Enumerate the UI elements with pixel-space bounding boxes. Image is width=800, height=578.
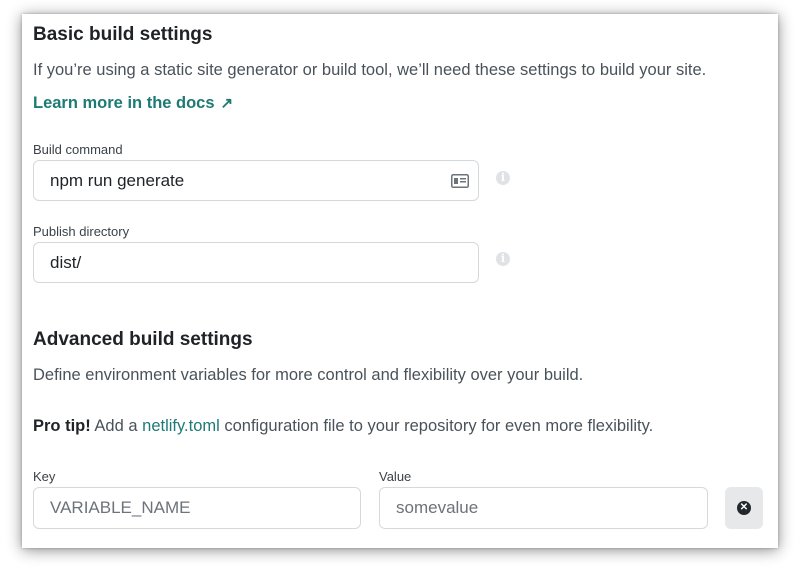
env-key-input[interactable] <box>33 487 361 529</box>
docs-link[interactable]: Learn more in the docs ↗ <box>33 94 233 113</box>
build-settings-panel: Basic build settings If you’re using a s… <box>22 14 778 548</box>
pro-tip-prefix: Pro tip! <box>33 416 91 435</box>
card-icon[interactable] <box>451 174 469 188</box>
env-value-label: Value <box>379 469 412 484</box>
publish-directory-label: Publish directory <box>33 224 130 239</box>
pro-tip-text-2: configuration file to your repository fo… <box>219 416 654 435</box>
basic-settings-title: Basic build settings <box>33 24 213 45</box>
info-icon[interactable]: i <box>496 171 510 185</box>
basic-settings-description: If you’re using a static site generator … <box>33 61 707 79</box>
build-command-label: Build command <box>33 142 123 157</box>
env-key-label: Key <box>33 469 56 484</box>
pro-tip-text-1: Add a <box>90 416 143 435</box>
env-value-input[interactable] <box>379 487 708 529</box>
advanced-settings-description: Define environment variables for more co… <box>33 366 584 384</box>
pro-tip: Pro tip! Add a netlify.toml configuratio… <box>33 417 653 436</box>
publish-directory-input[interactable] <box>33 242 479 283</box>
advanced-settings-title: Advanced build settings <box>33 329 253 350</box>
remove-icon: ✕ <box>737 501 751 515</box>
external-link-arrow-icon: ↗ <box>220 95 234 112</box>
netlify-toml-link[interactable]: netlify.toml <box>142 417 220 435</box>
build-command-input[interactable] <box>33 160 479 201</box>
docs-link-label: Learn more in the docs <box>33 94 215 112</box>
info-icon[interactable]: i <box>496 252 510 266</box>
remove-variable-button[interactable]: ✕ <box>725 487 763 529</box>
